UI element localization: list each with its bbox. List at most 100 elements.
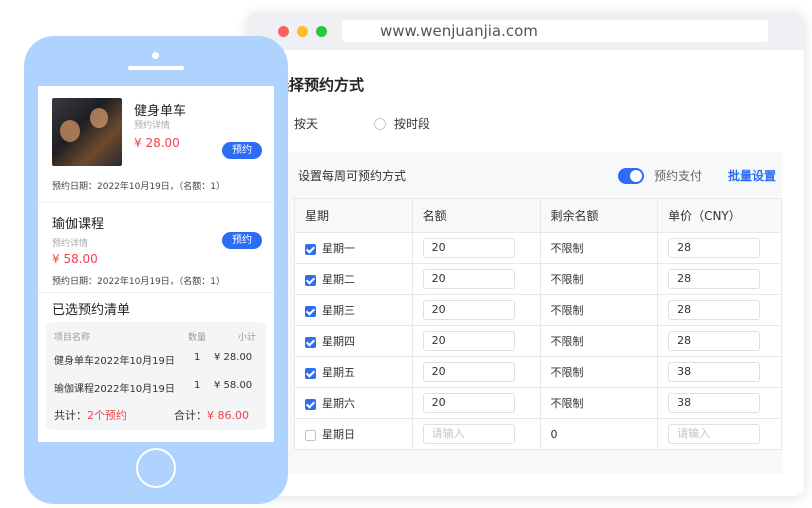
remaining-cell: 不限制 <box>539 263 659 295</box>
total-amount: 合计：¥ 86.00 <box>174 407 249 423</box>
header-quota: 名额 <box>411 198 541 233</box>
table-row: 星期三 20 不限制 28 <box>294 294 782 326</box>
quota-input[interactable]: 20 <box>422 238 515 258</box>
checkbox-checked-icon[interactable] <box>305 398 316 410</box>
book-button[interactable]: 预约 <box>222 142 262 159</box>
checkbox-checked-icon[interactable] <box>305 336 316 348</box>
weekday-label: 星期一 <box>322 242 355 255</box>
price-input[interactable]: 28 <box>668 269 761 289</box>
weekday-label: 星期六 <box>322 397 355 410</box>
close-window-dot[interactable] <box>278 25 289 37</box>
quota-input[interactable]: 请输入 <box>422 424 515 444</box>
quota-cell: 请输入 <box>411 418 541 450</box>
price-input[interactable]: 28 <box>668 238 761 258</box>
weekday-cell: 星期四 <box>294 325 413 357</box>
remaining-cell: 不限制 <box>539 294 659 326</box>
weekly-settings-panel: 设置每周可预约方式 预约支付 批量设置 星期 名额 剩余名额 单价（CNY） 星… <box>286 152 782 474</box>
home-button[interactable] <box>136 448 176 488</box>
remaining-cell: 不限制 <box>539 356 659 388</box>
item-title: 健身单车 <box>134 104 187 119</box>
quota-cell: 20 <box>411 232 541 264</box>
weekday-label: 星期三 <box>322 304 355 317</box>
divider <box>38 202 274 203</box>
weekday-cell: 星期六 <box>294 387 413 419</box>
price-cell: 38 <box>657 387 782 419</box>
table-row: 星期六 20 不限制 38 <box>294 387 782 419</box>
section-title: 选择预约方式 <box>274 76 365 94</box>
weekday-label: 星期五 <box>322 366 355 379</box>
remaining-cell: 0 <box>539 418 659 450</box>
phone-mockup: 健身单车 预约详情 ¥ 28.00 预约 预约日期：2022年10月19日，（名… <box>24 36 288 504</box>
mode-label: 按时段 <box>394 117 431 131</box>
price-input[interactable]: 28 <box>668 331 761 351</box>
price-cell: 28 <box>657 294 782 326</box>
table-body: 星期一 20 不限制 28 星期二 20 不限制 28 星期三 20 不限制 28 星期四 20 不限制 28… <box>294 232 782 450</box>
book-button[interactable]: 预约 <box>222 232 262 249</box>
item-date: 预约日期：2022年10月19日，（名额：1） <box>52 277 226 287</box>
item-subtitle[interactable]: 预约详情 <box>52 236 88 249</box>
table-row: 星期一 20 不限制 28 <box>294 232 782 264</box>
speaker-icon <box>128 66 184 70</box>
minimize-window-dot[interactable] <box>297 25 308 37</box>
cart-header-name: 项目名称 <box>54 333 91 343</box>
address-bar[interactable]: www.wenjuanjia.com <box>342 20 768 42</box>
quota-input[interactable]: 20 <box>422 331 515 351</box>
camera-icon <box>152 52 159 59</box>
radio-unselected-icon <box>374 117 387 130</box>
weekly-table: 星期 名额 剩余名额 单价（CNY） 星期一 20 不限制 28 星期二 20 不限制 28 星… <box>294 198 782 450</box>
batch-settings-link[interactable]: 批量设置 <box>728 167 776 184</box>
cart-list: 项目名称 数量 小计 健身单车2022年10月19日 1 ¥ 28.00 瑜伽课… <box>46 322 266 430</box>
total-count: 共计：2个预约 <box>54 407 127 423</box>
quota-cell: 20 <box>411 356 541 388</box>
checkbox-checked-icon[interactable] <box>305 367 316 379</box>
item-price: ¥ 58.00 <box>52 252 98 266</box>
quota-input[interactable]: 20 <box>422 300 515 320</box>
table-row: 星期四 20 不限制 28 <box>294 325 782 357</box>
checkbox-checked-icon[interactable] <box>305 243 316 255</box>
table-header-row: 星期 名额 剩余名额 单价（CNY） <box>294 198 782 233</box>
weekday-cell: 星期二 <box>294 263 413 295</box>
mode-label: 按天 <box>294 117 319 131</box>
quota-input[interactable]: 20 <box>422 362 515 382</box>
cart-row-name: 健身单车2022年10月19日 <box>54 356 175 367</box>
cart-row-name: 瑜伽课程2022年10月19日 <box>54 384 175 395</box>
item-subtitle[interactable]: 预约详情 <box>134 118 170 131</box>
quota-input[interactable]: 20 <box>422 269 515 289</box>
table-row: 星期日 请输入 0 请输入 <box>294 418 782 450</box>
header-remaining: 剩余名额 <box>539 198 659 233</box>
table-row: 星期二 20 不限制 28 <box>294 263 782 295</box>
total-amount-label: 合计： <box>174 409 207 422</box>
cart-row-qty: 1 <box>194 380 201 391</box>
checkbox-checked-icon[interactable] <box>305 305 316 317</box>
browser-chrome: www.wenjuanjia.com <box>248 12 804 50</box>
price-cell: 28 <box>657 325 782 357</box>
weekly-settings-title: 设置每周可预约方式 <box>298 168 407 183</box>
mode-by-timeslot[interactable]: 按时段 <box>374 115 430 132</box>
weekday-label: 星期四 <box>322 335 355 348</box>
fitness-bike-photo <box>52 98 122 166</box>
browser-window: www.wenjuanjia.com 选择预约方式 按天 按时段 设置每周可预约… <box>248 12 804 496</box>
price-input[interactable]: 38 <box>668 362 761 382</box>
remaining-cell: 不限制 <box>539 325 659 357</box>
checkbox-checked-icon[interactable] <box>305 274 316 286</box>
stage: www.wenjuanjia.com 选择预约方式 按天 按时段 设置每周可预约… <box>0 0 812 508</box>
item-title: 瑜伽课程 <box>52 217 105 232</box>
pay-toggle[interactable] <box>618 168 644 184</box>
pay-toggle-label: 预约支付 <box>654 169 703 183</box>
price-cell: 28 <box>657 263 782 295</box>
weekday-label: 星期日 <box>322 428 355 441</box>
weekday-cell: 星期一 <box>294 232 413 264</box>
quota-cell: 20 <box>411 294 541 326</box>
cart-title: 已选预约清单 <box>52 303 131 318</box>
total-count-value: 2个预约 <box>87 409 127 422</box>
cart-row-amount: ¥ 58.00 <box>214 380 253 391</box>
price-cell: 28 <box>657 232 782 264</box>
price-input[interactable]: 请输入 <box>668 424 761 444</box>
maximize-window-dot[interactable] <box>316 25 327 37</box>
price-input[interactable]: 28 <box>668 300 761 320</box>
checkbox-unchecked-icon[interactable] <box>305 429 316 441</box>
quota-input[interactable]: 20 <box>422 393 515 413</box>
table-row: 星期五 20 不限制 38 <box>294 356 782 388</box>
price-input[interactable]: 38 <box>668 393 761 413</box>
phone-screen: 健身单车 预约详情 ¥ 28.00 预约 预约日期：2022年10月19日，（名… <box>38 86 274 442</box>
